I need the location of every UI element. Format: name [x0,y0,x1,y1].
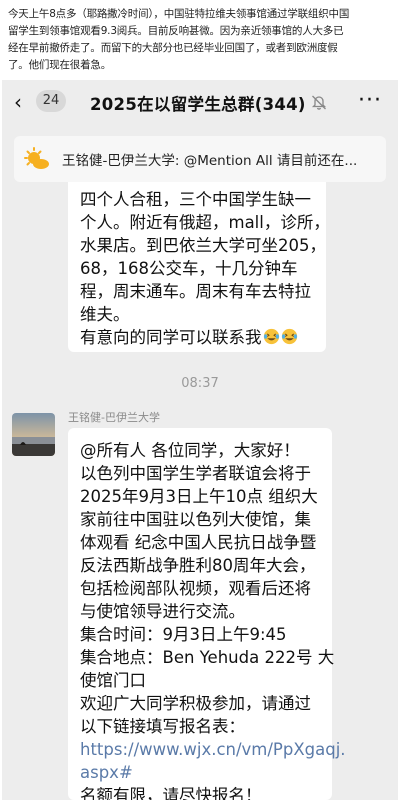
message-line: 个人。附近有俄超，mall，诊所， [80,213,330,232]
message-line: 家前往中国驻以色列大使馆，集 [80,510,311,529]
caption-line: 留学生到领事馆观看9.3阅兵。目前反响甚微。因为亲近领事馆的人大多已 [8,25,344,37]
message-line: 与使馆领导进行交流。 [80,602,245,621]
message-line: 2025年9月3日上午10点 组织大 [80,487,318,506]
message-line-last: 有意向的同学可以联系我 [80,326,316,349]
sender-name: 王铭健-巴伊兰大学 [68,411,160,424]
message-line: 集合地点：Ben Yehuda 222号 大 [80,648,335,667]
message-line: 水果店。到巴依兰大学可坐205， [80,236,326,255]
sun-emoji-icon [24,147,49,169]
avatar[interactable] [12,413,55,456]
caption-line: 今天上午8点多（耶路撒冷时间），中国驻特拉维夫领事馆通过学联组织中国 [8,8,350,20]
message-line: 使馆门口 [80,671,146,690]
message-bubble[interactable]: @所有人 各位同学，大家好！ 以色列中国学生学者联谊会将于 2025年9月3日上… [68,428,346,800]
registration-link[interactable]: aspx# [80,761,322,784]
chat-screen: ‹ 24 2025在以留学生总群(344) ··· 王铭健-巴伊兰大学: @Me… [2,80,398,800]
caption-line: 了。他们现在很着急。 [8,59,111,71]
message-line: 程，周末通车。周末有车去特拉 [80,282,311,301]
pinned-message-bar[interactable]: 王铭健-巴伊兰大学: @Mention All 请目前还在... [14,136,386,182]
more-icon[interactable]: ··· [358,88,382,113]
laughing-crying-emoji-icon [281,328,297,345]
message-line: 以色列中国学生学者联谊会将于 [80,464,311,483]
message-line: 集合时间：9月3日上午9:45 [80,625,287,644]
pinned-message-text: 王铭健-巴伊兰大学: @Mention All 请目前还在... [62,153,358,169]
laughing-crying-emoji-icon [263,328,279,345]
message-line: 体观看 纪念中国人民抗日战争暨 [80,533,317,552]
message-line: 包括检阅部队视频，观看后还将 [80,579,311,598]
message-line: 以下链接填写报名表： [80,717,245,736]
message-line: 欢迎广大同学积极参加，请通过 [80,694,311,713]
message-line: 68，168公交车，十几分钟车 [80,259,298,278]
mute-bell-icon [311,95,327,110]
message-line: 维夫。 [80,305,130,324]
back-arrow-icon[interactable]: ‹ [14,90,22,114]
message-bubble[interactable]: 四个人合租，三个中国学生缺一 个人。附近有俄超，mall，诊所， 水果店。到巴依… [68,182,330,352]
caption-line: 经在早前撤侨走了。而留下的大部分也已经毕业回国了，或者到欧洲度假 [8,42,338,54]
message-line-text: 有意向的同学可以联系我 [80,328,262,347]
message-line: @所有人 各位同学，大家好！ [80,441,300,460]
chat-title: 2025在以留学生总群(344) [90,95,306,114]
unread-count-badge[interactable]: 24 [36,90,66,112]
message-line: 反法西斯战争胜利80周年大会， [80,556,316,575]
chat-header: ‹ 24 2025在以留学生总群(344) ··· [2,80,398,124]
registration-link[interactable]: https://www.wjx.cn/vm/PpXgaqj. [80,738,346,761]
message-line: 四个人合租，三个中国学生缺一 [80,190,311,209]
message-timestamp: 08:37 [181,376,219,391]
caption-text: 今天上午8点多（耶路撒冷时间），中国驻特拉维夫领事馆通过学联组织中国 留学生到领… [8,6,394,74]
message-line: 名额有限，请尽快报名！ [80,786,262,800]
